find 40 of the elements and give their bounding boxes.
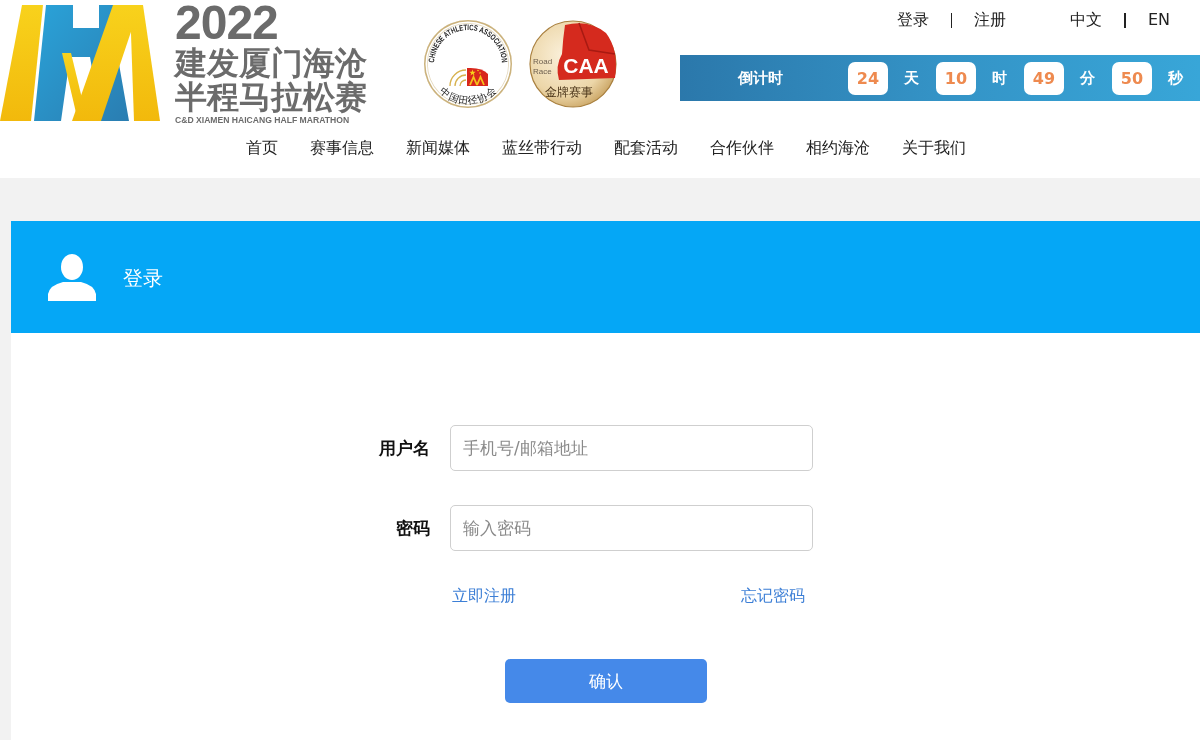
nav-link[interactable]: 配套活动	[614, 136, 678, 160]
nav-link[interactable]: 赛事信息	[310, 136, 374, 160]
account-link[interactable]: 注册	[974, 9, 1007, 31]
login-title: 登录	[123, 264, 163, 292]
badge-tag-text: Race	[533, 67, 552, 76]
countdown-unit: 时	[992, 68, 1007, 88]
flag-emblem-icon	[449, 67, 488, 87]
nav-link[interactable]: 首页	[246, 136, 278, 160]
badge-tag-text: Road	[533, 57, 553, 66]
logo-title: 半程马拉松赛	[175, 80, 367, 114]
language-link[interactable]: 中文	[1070, 9, 1103, 31]
countdown-label: 倒计时	[738, 68, 783, 88]
countdown-value: 24	[848, 61, 888, 95]
nav-link[interactable]: 蓝丝带行动	[502, 136, 582, 160]
countdown-value: 50	[1112, 61, 1152, 95]
logo-year: 2022	[175, 0, 278, 46]
logo-subtitle: C&D XIAMEN HAICANG HALF MARATHON	[175, 115, 350, 126]
input-field[interactable]: 手机号/邮箱地址	[450, 425, 813, 471]
badge-mark-text: CAA	[563, 54, 609, 77]
countdown-value: 10	[936, 61, 976, 95]
form-link[interactable]: 忘记密码	[741, 586, 805, 606]
account-link[interactable]: 登录	[896, 9, 929, 31]
countdown-unit: 秒	[1168, 68, 1183, 88]
field-label: 用户名	[379, 436, 430, 460]
logo-title: 建发厦门海沧	[175, 46, 367, 80]
countdown-value: 49	[1024, 61, 1064, 95]
form-link[interactable]: 立即注册	[452, 586, 516, 606]
language-link[interactable]: EN	[1147, 9, 1170, 31]
field-label: 密码	[396, 516, 430, 540]
confirm-button[interactable]: 确认	[505, 659, 707, 703]
emblem-caption: 中国田径协会	[437, 85, 499, 107]
nav-link[interactable]: 合作伙伴	[710, 136, 774, 160]
nav-link[interactable]: 新闻媒体	[406, 136, 470, 160]
input-field[interactable]: 输入密码	[450, 505, 813, 551]
nav-link[interactable]: 关于我们	[902, 136, 966, 160]
nav-link[interactable]: 相约海沧	[806, 136, 870, 160]
badge-caption: 金牌赛事	[545, 85, 593, 99]
countdown-unit: 分	[1080, 68, 1095, 88]
countdown-unit: 天	[904, 68, 919, 88]
user-icon	[48, 253, 96, 301]
